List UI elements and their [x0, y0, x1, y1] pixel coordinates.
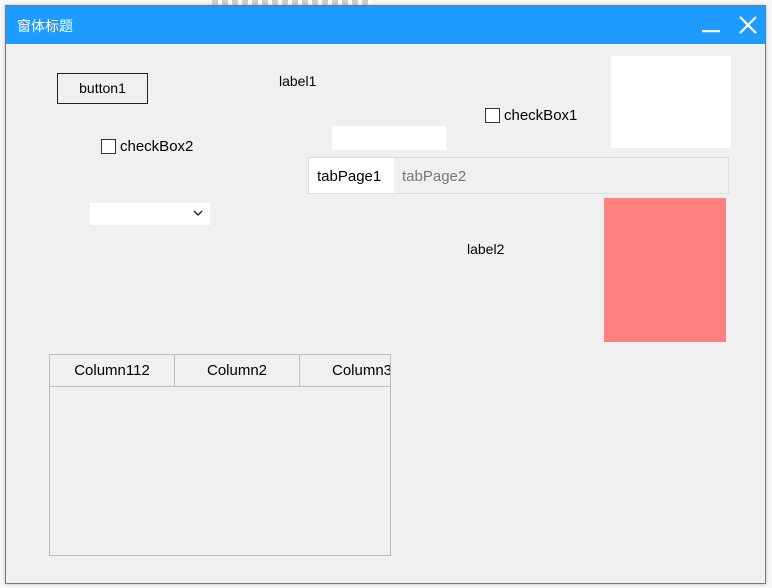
close-icon	[739, 16, 757, 34]
checkbox1-box[interactable]	[485, 108, 500, 123]
grid-column-header[interactable]: Column2	[175, 355, 300, 386]
close-button[interactable]	[733, 10, 763, 40]
minimize-icon	[702, 30, 720, 33]
window-title: 窗体标题	[17, 19, 73, 35]
label2: label2	[467, 241, 505, 257]
title-bar[interactable]: 窗体标题	[6, 6, 765, 44]
checkbox2-label: checkBox2	[120, 138, 194, 155]
tab-page2[interactable]: tabPage2	[394, 158, 484, 193]
label1: label1	[279, 73, 317, 89]
grid-column-header[interactable]: Column112	[50, 355, 175, 386]
checkbox2-box[interactable]	[101, 139, 116, 154]
picturebox-red	[604, 198, 726, 342]
chevron-down-icon[interactable]	[192, 207, 204, 219]
checkbox1-label: checkBox1	[504, 107, 578, 124]
picturebox-white	[611, 56, 731, 148]
button1[interactable]: button1	[57, 73, 148, 104]
checkbox2[interactable]: checkBox2	[101, 138, 193, 155]
tab-control: tabPage1 tabPage2	[308, 157, 729, 194]
grid-header: Column112 Column2 Column3	[50, 355, 390, 387]
minimize-button[interactable]	[696, 10, 726, 40]
checkbox1[interactable]: checkBox1	[485, 107, 577, 124]
grid-column-header[interactable]: Column3	[300, 355, 390, 386]
data-grid[interactable]: Column112 Column2 Column3	[49, 354, 391, 556]
form-window: 窗体标题 button1 label1 checkBox1 checkBox2 …	[5, 5, 766, 584]
tab-page1[interactable]: tabPage1	[309, 158, 394, 193]
combobox1[interactable]	[90, 203, 210, 225]
textbox1[interactable]	[332, 126, 446, 150]
